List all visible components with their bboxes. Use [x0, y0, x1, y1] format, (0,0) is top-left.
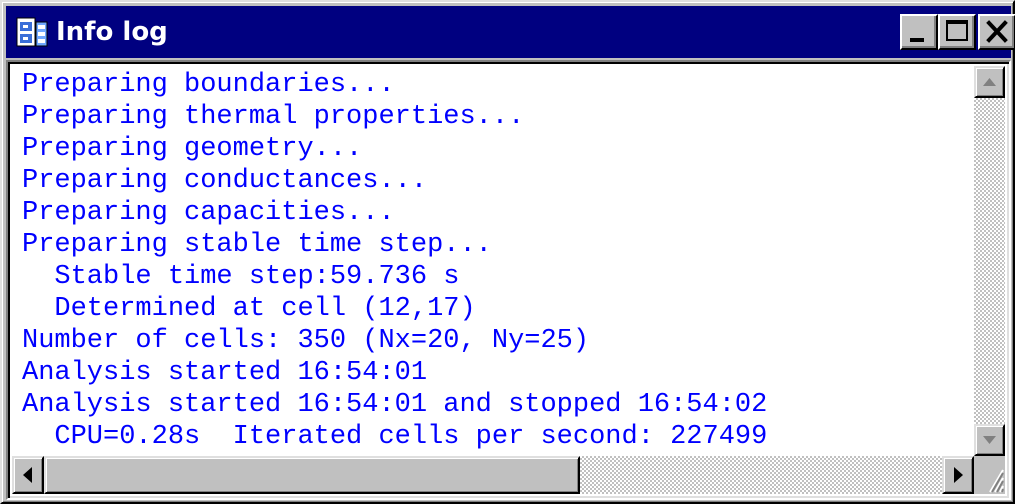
arrow-right-icon	[954, 467, 963, 483]
maximize-icon	[946, 20, 968, 41]
resize-grip[interactable]	[974, 456, 1005, 494]
log-line: Analysis started 16:54:01 and stopped 16…	[22, 390, 768, 420]
log-line: Preparing thermal properties...	[22, 102, 525, 132]
horizontal-scrollbar[interactable]	[12, 456, 974, 494]
log-line: CPU=0.28s Iterated cells per second: 227…	[22, 422, 768, 452]
scroll-right-button[interactable]	[942, 456, 974, 494]
log-line: Analysis started 16:54:01	[22, 358, 428, 388]
log-line: Determined at cell (12,17)	[22, 294, 476, 324]
log-line: Preparing conductances...	[22, 166, 428, 196]
arrow-left-icon	[23, 467, 32, 483]
log-text-area[interactable]: Preparing boundaries... Preparing therma…	[12, 66, 974, 456]
log-line: Preparing geometry...	[22, 134, 363, 164]
minimize-icon	[910, 38, 924, 42]
log-line: Preparing capacities...	[22, 198, 395, 228]
info-log-window: Info log Preparing boundaries... Prepari…	[0, 0, 1015, 504]
title-bar[interactable]: Info log	[6, 6, 1015, 58]
log-line: Stable time step:59.736 s	[22, 262, 460, 292]
horizontal-scroll-thumb[interactable]	[44, 456, 580, 494]
resize-grip-icon	[989, 469, 1004, 493]
log-line: Number of cells: 350 (Nx=20, Ny=25)	[22, 326, 590, 356]
app-icon[interactable]	[16, 16, 48, 48]
log-panel: Preparing boundaries... Preparing therma…	[6, 60, 1011, 500]
arrow-down-icon	[983, 436, 996, 444]
maximize-button[interactable]	[938, 14, 976, 50]
minimize-button[interactable]	[900, 14, 938, 50]
arrow-up-icon	[983, 78, 996, 86]
close-icon	[986, 20, 1008, 43]
scroll-up-button[interactable]	[974, 66, 1005, 98]
scroll-down-button[interactable]	[974, 424, 1005, 456]
log-line: Preparing boundaries...	[22, 70, 395, 100]
scroll-left-button[interactable]	[12, 456, 44, 494]
window-title: Info log	[56, 17, 168, 47]
close-button[interactable]	[978, 14, 1015, 50]
vertical-scrollbar[interactable]	[974, 66, 1005, 456]
log-line: Preparing stable time step...	[22, 230, 492, 260]
